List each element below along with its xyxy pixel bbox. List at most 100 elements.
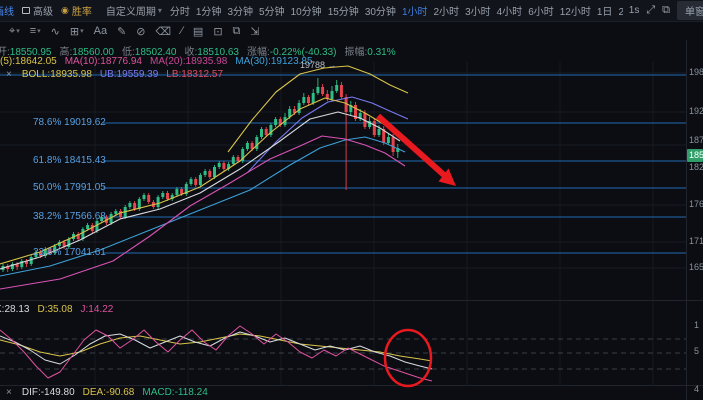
candle-body: [213, 167, 216, 177]
ohlc-item-5: 振幅:0.31%: [344, 43, 395, 58]
fib-label-23.6%[interactable]: 23.6% 17041.61: [33, 247, 106, 258]
period-tab-5[interactable]: 15分钟: [328, 3, 359, 18]
period-tab-6[interactable]: 30分钟: [365, 3, 396, 18]
screenshot-tool[interactable]: ⇲: [247, 25, 262, 38]
advanced-button[interactable]: 高级: [22, 3, 53, 18]
grid-layout-tool[interactable]: ⊞ ▾: [67, 25, 87, 38]
period-tab-8[interactable]: 2小时: [434, 3, 460, 18]
candle-body: [311, 93, 315, 103]
candle-body: [302, 97, 306, 103]
chevron-down-icon: ▾: [80, 28, 84, 35]
period-tab-0[interactable]: 分时: [170, 3, 190, 18]
single-window-button[interactable]: 单窗: [677, 1, 703, 20]
period-tab-13[interactable]: 1日: [597, 3, 613, 18]
candle-body: [255, 137, 259, 149]
fullscreen-icon[interactable]: ⤢: [646, 4, 655, 17]
candle-body: [222, 163, 226, 169]
boll-info-row: × BOLL:18935.98 UB:19559.39 LB:18312.57: [6, 69, 223, 80]
fib-label-78.6%[interactable]: 78.6% 19019.62: [33, 117, 106, 128]
fib-label-50.0%[interactable]: 50.0% 17991.05: [33, 182, 106, 193]
kdj-axis-label-2: 4: [694, 384, 700, 394]
chevron-down-icon: ▾: [16, 28, 20, 35]
ma-value-1: MA(10):18776.94: [64, 56, 142, 67]
chevron-down-icon: ▾: [157, 6, 162, 15]
price-axis-label-4: 17600: [689, 199, 703, 209]
swing-high-label: 19788 →: [300, 60, 337, 70]
brush-tool-icon: ✎: [117, 25, 127, 38]
price-axis-label-0: 19800: [689, 67, 703, 77]
period-tab-1[interactable]: 1分钟: [196, 3, 222, 18]
ma-info-row: MA(5):18642.05 MA(10):18776.94 MA(20):1893…: [0, 56, 313, 67]
toolbar-right-group: 1s ⤢ ⧉ 单窗: [623, 1, 703, 20]
lock-tool[interactable]: ⊡: [210, 25, 225, 38]
ohlc-value: 0.31%: [367, 47, 396, 58]
price-axis-label-6: 16500: [689, 262, 703, 272]
trend-line-tool[interactable]: ≡ ▾: [27, 25, 44, 37]
trend-line-tool-icon: ≡: [29, 25, 37, 37]
wave-tool-icon: ∿: [50, 25, 60, 38]
screenshot-tool-icon: ⇲: [250, 25, 260, 38]
period-tab-10[interactable]: 4小时: [497, 3, 523, 18]
eraser-tool[interactable]: ⌫: [153, 25, 175, 38]
pen-tool[interactable]: ∕: [178, 25, 186, 37]
candle-body: [208, 171, 212, 177]
boll-close-icon[interactable]: ×: [6, 69, 12, 80]
period-tabs: 分时 1分钟 3分钟 5分钟 10分钟 15分钟 30分钟 1小时 2小时 3小时 4小时 6小时 12…: [170, 3, 623, 18]
macd-value-2: MACD:-118.24: [142, 387, 208, 398]
pen-tool-icon: ∕: [181, 25, 183, 37]
speed-label[interactable]: 1s: [629, 5, 640, 16]
duplicate-tool[interactable]: ⧉: [230, 25, 244, 38]
period-tab-11[interactable]: 6小时: [528, 3, 554, 18]
candle-body: [119, 211, 122, 217]
crosshair-tool[interactable]: ⌖ ▾: [6, 25, 23, 38]
candle-body: [142, 195, 146, 199]
wave-tool[interactable]: ∿: [48, 25, 63, 38]
period-tab-9[interactable]: 3小时: [465, 3, 491, 18]
candle-body: [86, 225, 90, 229]
draw-line-button[interactable]: 画线: [0, 3, 14, 18]
ohlc-label: 振幅:: [344, 47, 368, 58]
grid-layout-tool-icon: ⊞: [69, 25, 80, 38]
macd-close-icon[interactable]: ×: [6, 387, 12, 398]
duplicate-tool-icon: ⧉: [232, 24, 241, 37]
text-tool-icon: Aa: [93, 25, 108, 37]
candle-body: [180, 189, 184, 194]
candle-body: [194, 179, 198, 185]
period-tab-4[interactable]: 10分钟: [291, 3, 322, 18]
j-line: [0, 325, 433, 382]
kdj-axis-label-1: 5: [694, 346, 700, 356]
period-tab-2[interactable]: 3分钟: [227, 3, 253, 18]
red-circle-annotation[interactable]: [383, 328, 433, 388]
candle-body: [175, 189, 179, 195]
boll-value-1: UB:19559.39: [99, 69, 159, 80]
candle-body: [147, 195, 151, 202]
price-axis-label-5: 17100: [689, 236, 703, 246]
candle-body: [166, 193, 169, 199]
pattern-tool[interactable]: ▤: [190, 25, 206, 38]
candle-body: [297, 103, 301, 113]
macd-info-row: × DIF:-149.80 DEA:-90.68 MACD:-118.24: [6, 387, 208, 398]
candle-body: [133, 203, 137, 209]
top-toolbar: 画线 高级 ◉ 胜率 自定义周期 ▾ 分时 1分钟 3分钟 5分钟 10分钟 15分钟 30…: [0, 0, 703, 22]
text-tool[interactable]: Aa: [91, 25, 110, 37]
price-axis-label-2: 18700: [689, 135, 703, 145]
fib-label-61.8%[interactable]: 61.8% 18415.43: [33, 155, 106, 166]
candle-body: [128, 203, 132, 207]
current-price-badge: 18510.63: [687, 149, 703, 162]
period-tab-7[interactable]: 1小时: [402, 3, 428, 18]
period-tab-12[interactable]: 12小时: [560, 3, 591, 18]
brush-tool[interactable]: ✎: [114, 25, 129, 38]
popout-icon[interactable]: ⧉: [662, 4, 670, 17]
boll-value-2: LB:18312.57: [166, 69, 224, 80]
toolbar-left-group: 画线 高级 ◉ 胜率: [0, 3, 92, 18]
period-tab-3[interactable]: 5分钟: [259, 3, 285, 18]
custom-period-dropdown[interactable]: 自定义周期 ▾: [106, 3, 162, 18]
candle-body: [274, 119, 278, 125]
fib-label-38.2%[interactable]: 38.2% 17566.68: [33, 211, 106, 222]
candle-body: [217, 163, 221, 167]
ellipse-tool[interactable]: ⊘: [133, 25, 148, 38]
winrate-button[interactable]: ◉ 胜率: [61, 3, 92, 18]
candle-body: [307, 97, 310, 103]
macd-value-1: DEA:-90.68: [82, 387, 135, 398]
candle-body: [321, 87, 325, 94]
